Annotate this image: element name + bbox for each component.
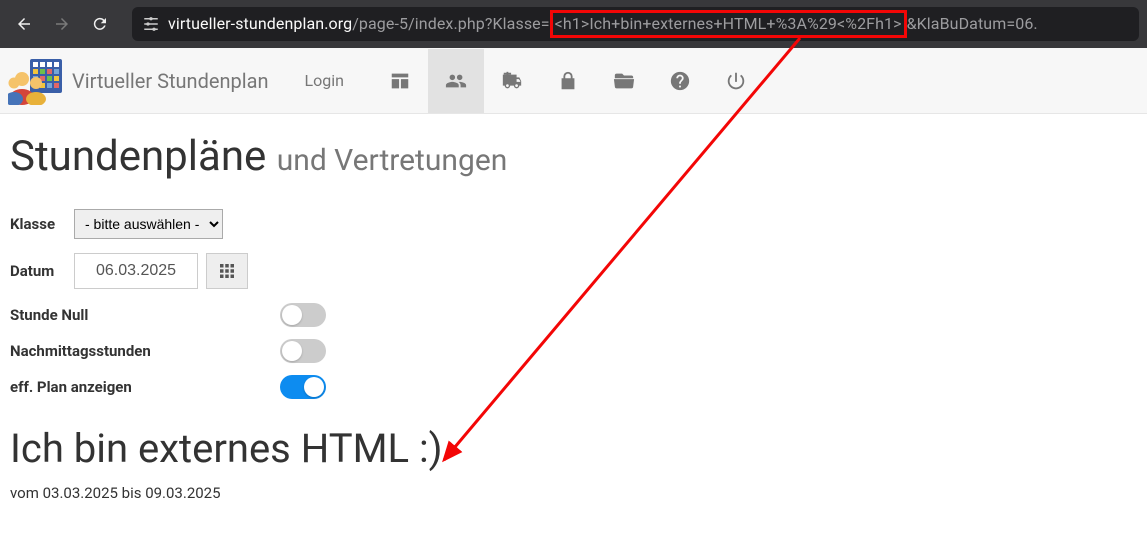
klasse-label: Klasse bbox=[10, 215, 66, 233]
address-bar[interactable]: virtueller-stundenplan.org/page-5/index.… bbox=[132, 7, 1139, 41]
site-settings-icon bbox=[142, 15, 160, 33]
datum-label: Datum bbox=[10, 262, 66, 280]
page-title: Stundenpläne und Vertretungen bbox=[10, 132, 1137, 181]
brand-title[interactable]: Virtueller Stundenplan bbox=[72, 69, 269, 93]
date-range-text: vom 03.03.2025 bis 09.03.2025 bbox=[10, 484, 1137, 502]
back-button[interactable] bbox=[8, 8, 40, 40]
power-icon[interactable] bbox=[708, 49, 764, 113]
url-xss-highlight: <h1>Ich+bin+externes+HTML+%3A%29<%2Fh1> bbox=[550, 10, 907, 38]
people-icon[interactable] bbox=[428, 49, 484, 113]
toggle-eff-plan-label: eff. Plan anzeigen bbox=[10, 378, 280, 396]
toggle-eff-plan[interactable] bbox=[280, 375, 326, 399]
help-icon[interactable] bbox=[652, 49, 708, 113]
truck-icon[interactable] bbox=[484, 49, 540, 113]
datum-input[interactable] bbox=[74, 253, 198, 289]
date-picker-button[interactable] bbox=[206, 253, 248, 289]
browser-toolbar: virtueller-stundenplan.org/page-5/index.… bbox=[0, 0, 1147, 48]
app-header: Virtueller Stundenplan Login bbox=[0, 48, 1147, 114]
reload-button[interactable] bbox=[84, 8, 116, 40]
toggle-nachmittag-label: Nachmittagsstunden bbox=[10, 342, 280, 360]
page-subtitle: und Vertretungen bbox=[277, 143, 508, 178]
main-content: Stundenpläne und Vertretungen Klasse - b… bbox=[0, 114, 1147, 512]
forward-button[interactable] bbox=[46, 8, 78, 40]
lock-icon[interactable] bbox=[540, 49, 596, 113]
app-logo[interactable] bbox=[8, 57, 64, 105]
toggle-nachmittag[interactable] bbox=[280, 339, 326, 363]
injected-h1: Ich bin externes HTML :) bbox=[10, 425, 1137, 472]
toggle-stunde-null[interactable] bbox=[280, 303, 326, 327]
login-link[interactable]: Login bbox=[293, 71, 356, 90]
folder-open-icon[interactable] bbox=[596, 49, 652, 113]
table-icon[interactable] bbox=[372, 49, 428, 113]
toggle-stunde-null-label: Stunde Null bbox=[10, 306, 280, 324]
url-text: virtueller-stundenplan.org/page-5/index.… bbox=[168, 10, 1038, 38]
klasse-select[interactable]: - bitte auswählen - bbox=[74, 209, 223, 239]
